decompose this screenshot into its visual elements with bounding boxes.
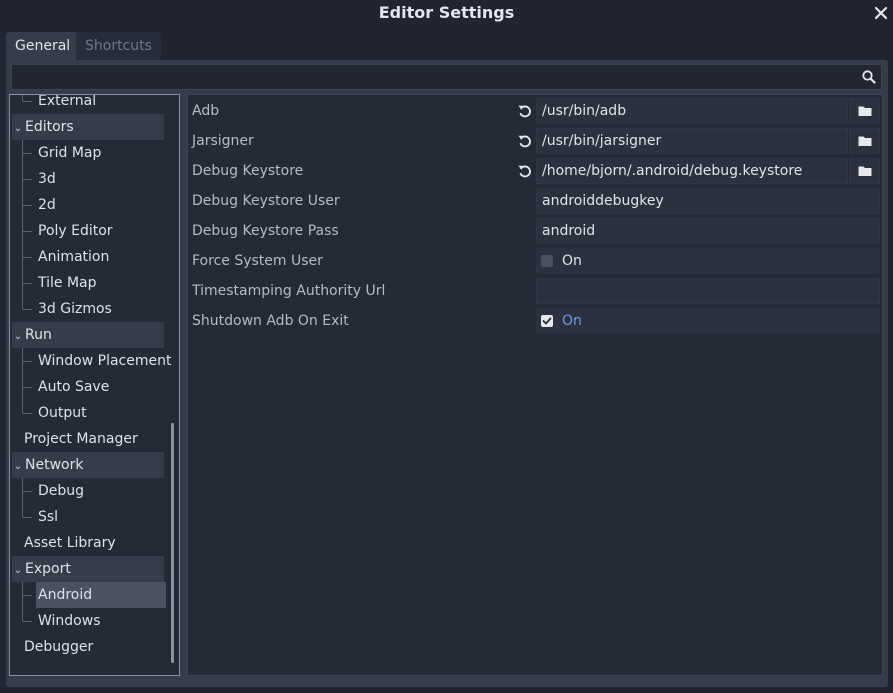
tree-guide-line [22,477,23,517]
tree-item-tile-map[interactable]: Tile Map [36,270,166,296]
folder-icon [858,136,871,146]
debug-keystore-path-input[interactable] [536,158,848,184]
tab-general[interactable]: General [6,32,80,60]
title-bar[interactable]: Editor Settings [0,0,893,28]
force-system-user-checkbox[interactable]: On [536,248,880,274]
tree-guide-line [22,347,23,413]
tree-guide-line [22,179,32,180]
shutdown-adb-on-exit-checkbox[interactable]: On [536,308,880,334]
tree-item-asset-library[interactable]: Asset Library [24,530,164,556]
tree-guide-line [22,283,32,284]
chevron-down-icon[interactable]: ⌄ [12,454,24,480]
tree-category-label: Editors [25,119,74,135]
close-icon [874,6,888,20]
tree-item-debug[interactable]: Debug [36,478,166,504]
property-label-debug-keystore-pass: Debug Keystore Pass [192,223,339,239]
adb-browse-button[interactable] [849,98,880,124]
tree-item-auto-save[interactable]: Auto Save [36,374,166,400]
folder-icon [858,106,871,116]
tree-item-output[interactable]: Output [36,400,166,426]
tree-guide-line [22,595,32,596]
tree-category-label: Run [25,327,52,343]
property-label-debug-keystore: Debug Keystore [192,163,304,179]
checkbox-label: On [562,313,582,329]
tree-item-ssl[interactable]: Ssl [36,504,166,530]
tree-item-window-placement[interactable]: Window Placement [36,348,172,374]
jarsigner-path-input[interactable] [536,128,848,154]
window-title: Editor Settings [378,3,515,22]
debug-keystore-browse-button[interactable] [849,158,880,184]
tree-item-windows[interactable]: Windows [36,608,166,634]
tree-guide-line [22,517,32,518]
tree-item-android[interactable]: Android [36,582,166,608]
chevron-down-icon[interactable]: ⌄ [12,324,24,350]
tree-item-grid-map[interactable]: Grid Map [36,140,166,166]
tree-guide-line [22,101,32,102]
tree-scrollbar[interactable] [171,423,174,663]
tree-category-run[interactable]: ⌄ Run [12,322,164,348]
revert-icon[interactable] [516,102,534,120]
search-input[interactable] [12,66,852,88]
checkbox-checked-icon [541,315,553,327]
property-label-timestamping-authority-url: Timestamping Authority Url [192,283,386,299]
tree-guide-line [22,257,32,258]
tree-item-debugger[interactable]: Debugger [24,634,164,660]
tree-category-export[interactable]: ⌄ Export [12,556,164,582]
debug-keystore-pass-input[interactable] [536,218,880,244]
jarsigner-browse-button[interactable] [849,128,880,154]
tree-guide-line [22,205,32,206]
tree-item-3d[interactable]: 3d [36,166,166,192]
folder-icon [858,166,871,176]
tree-category-network[interactable]: ⌄ Network [12,452,164,478]
tree-category-label: Network [25,457,84,473]
chevron-down-icon[interactable]: ⌄ [12,558,24,584]
property-label-debug-keystore-user: Debug Keystore User [192,193,340,209]
tree-item-project-manager[interactable]: Project Manager [24,426,164,452]
property-label-force-system-user: Force System User [192,253,323,269]
tree-guide-line [22,581,23,621]
tree-guide-line [22,387,32,388]
search-icon[interactable] [860,68,878,86]
property-label-adb: Adb [192,103,220,119]
tab-shortcuts[interactable]: Shortcuts [76,32,161,60]
property-label-shutdown-adb-on-exit: Shutdown Adb On Exit [192,313,349,329]
chevron-down-icon[interactable]: ⌄ [12,116,24,142]
tree-item-2d[interactable]: 2d [36,192,166,218]
close-button[interactable] [870,2,892,24]
checkbox-label: On [562,253,582,269]
revert-icon[interactable] [516,162,534,180]
tree-item-3d-gizmos[interactable]: 3d Gizmos [36,296,166,322]
tree-guide-line [22,413,32,414]
tree-guide-line [22,361,32,362]
tree-guide-line [22,231,32,232]
tree-item-poly-editor[interactable]: Poly Editor [36,218,166,244]
tree-category-label: Export [25,561,71,577]
tree-category-editors[interactable]: ⌄ Editors [12,114,164,140]
debug-keystore-user-input[interactable] [536,188,880,214]
tree-guide-line [22,153,32,154]
timestamping-authority-url-input[interactable] [536,278,880,304]
tree-guide-line [22,309,32,310]
revert-icon[interactable] [516,132,534,150]
tree-item-animation[interactable]: Animation [36,244,166,270]
checkbox-icon [541,255,553,267]
tree-guide-line [22,491,32,492]
adb-path-input[interactable] [536,98,848,124]
tree-guide-line [22,621,32,622]
property-label-jarsigner: Jarsigner [192,133,254,149]
tree-item-external[interactable]: External [36,95,166,114]
settings-tree[interactable]: External ⌄ Editors Grid Map 3d 2d Poly Ed… [9,94,180,676]
